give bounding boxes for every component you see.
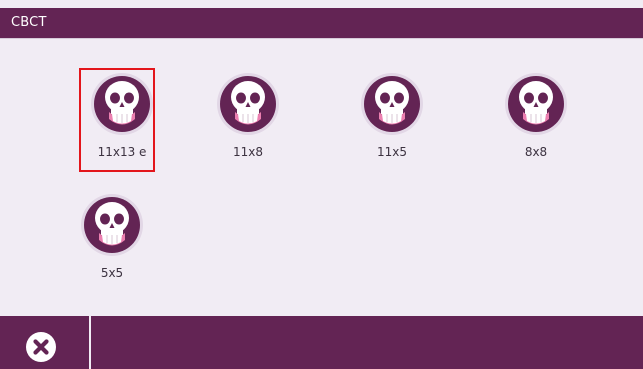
title-separator	[0, 38, 643, 39]
protocol-tile-11x5[interactable]: 11x5	[356, 72, 428, 172]
protocol-label: 11x13 e	[97, 145, 147, 159]
skull-icon	[216, 72, 280, 136]
skull-icon	[504, 72, 568, 136]
protocol-tile-11x13e[interactable]: 11x13 e	[79, 68, 158, 172]
protocol-label: 8x8	[524, 145, 548, 159]
protocol-label: 5x5	[100, 266, 124, 280]
close-button[interactable]	[25, 331, 57, 363]
footer-bar	[0, 316, 643, 369]
skull-icon	[80, 193, 144, 257]
title-bar: CBCT	[0, 8, 643, 38]
protocol-label: 11x8	[232, 145, 263, 159]
footer-divider	[89, 316, 91, 369]
skull-icon	[360, 72, 424, 136]
protocol-tile-11x8[interactable]: 11x8	[212, 72, 284, 172]
protocol-label: 11x5	[376, 145, 407, 159]
skull-icon	[90, 72, 154, 136]
window-title: CBCT	[11, 15, 47, 30]
protocol-tile-8x8[interactable]: 8x8	[500, 72, 572, 172]
cbct-window: CBCT 11x13 e 11x8 11x5 8x8 5x5	[0, 0, 643, 369]
protocol-tile-5x5[interactable]: 5x5	[76, 193, 148, 293]
close-icon	[26, 332, 56, 362]
